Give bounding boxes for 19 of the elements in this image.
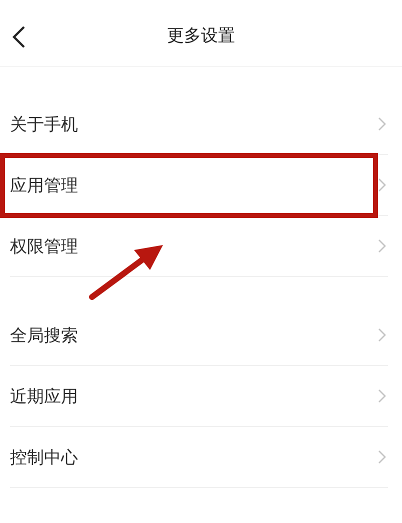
settings-row[interactable]: 全局搜索 (10, 305, 388, 366)
settings-row[interactable]: 近期应用 (10, 366, 388, 427)
settings-row[interactable]: 控制中心 (10, 427, 388, 488)
row-label: 关于手机 (10, 114, 78, 136)
chevron-icon (378, 178, 386, 192)
back-icon[interactable] (12, 26, 26, 48)
row-label: 应用管理 (10, 174, 78, 196)
page-title: 更多设置 (167, 24, 235, 46)
chevron-icon (378, 389, 386, 403)
chevron-icon (378, 450, 386, 464)
row-label: 近期应用 (10, 386, 78, 408)
row-label: 全局搜索 (10, 324, 78, 346)
row-label: 控制中心 (10, 446, 78, 468)
chevron-icon (378, 239, 386, 253)
row-label: 权限管理 (10, 236, 78, 258)
settings-row[interactable]: 关于手机 (10, 94, 388, 155)
chevron-icon (378, 117, 386, 131)
settings-row[interactable]: 应用管理 (10, 155, 388, 216)
chevron-icon (378, 328, 386, 342)
